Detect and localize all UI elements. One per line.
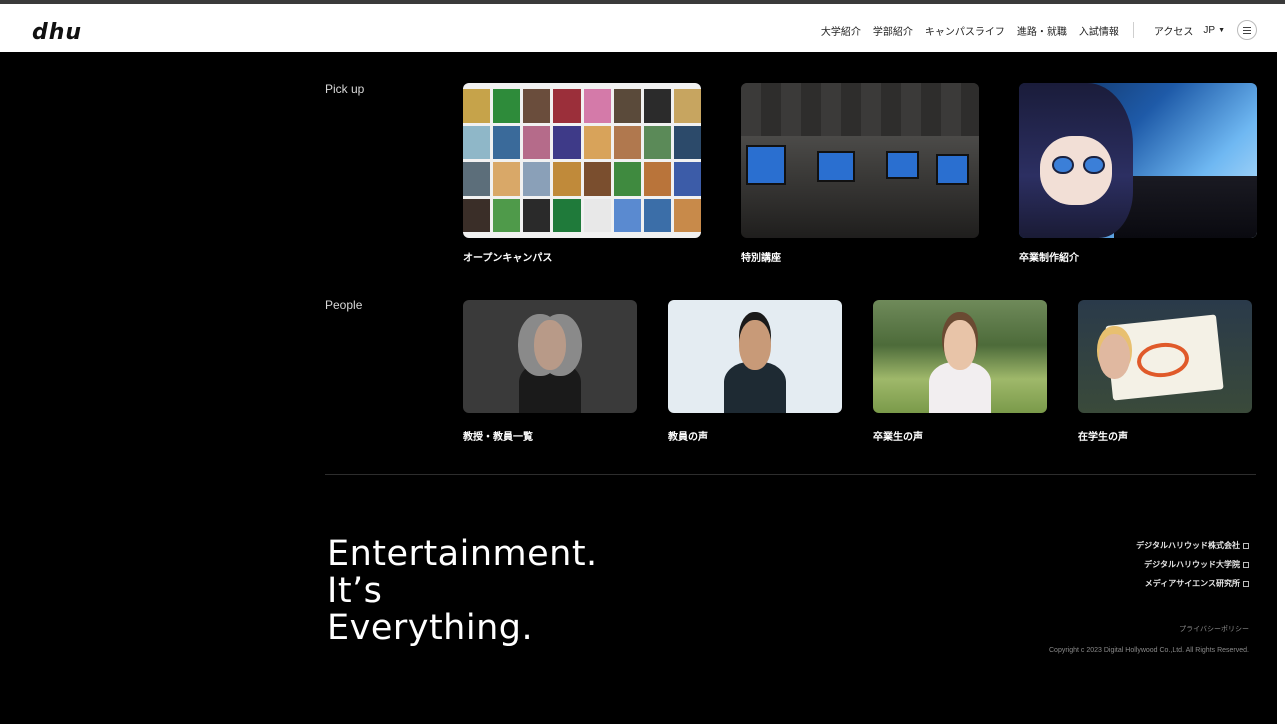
faculty-list-caption: 教授・教員一覧 [463,432,533,443]
language-selector[interactable]: JP ▼ [1203,25,1225,36]
pickup-card-open-campus[interactable]: オープンキャンパス [463,83,701,264]
nav-about[interactable]: 大学紹介 [821,23,861,38]
open-campus-image [463,83,701,238]
menu-button[interactable] [1237,20,1257,40]
tagline-line-2: It’s [327,571,383,611]
faculty-list-image [463,300,637,413]
nav-divider [1132,22,1134,38]
section-divider [325,474,1256,475]
nav-faculty[interactable]: 学部紹介 [873,23,913,38]
global-nav: 大学紹介 学部紹介 キャンパスライフ 進路・就職 入試情報 アクセス JP ▼ [809,20,1257,40]
student-voices-image [1078,300,1252,413]
tagline-line-3: Everything. [327,608,534,648]
external-link-icon [1243,580,1249,587]
external-link-icon [1243,542,1249,549]
scrollbar-track [1277,52,1285,724]
alumni-voices-caption: 卒業生の声 [873,432,923,443]
alumni-voices-image [873,300,1047,413]
student-voices-caption: 在学生の声 [1078,432,1128,443]
people-card-faculty-voices[interactable]: 教員の声 [668,300,842,443]
main-content: Pick up オープンキャンパス 特別講座 卒業制作紹介 People 教授・… [0,52,1285,724]
people-card-faculty-list[interactable]: 教授・教員一覧 [463,300,637,443]
nav-admission[interactable]: 入試情報 [1079,23,1119,38]
people-heading: People [325,298,363,312]
pickup-heading: Pick up [325,82,365,96]
copyright-text: Copyright c 2023 Digital Hollywood Co.,L… [1049,647,1249,654]
footer-link-graduate-school[interactable]: デジタルハリウッド大学院 [1136,559,1249,570]
privacy-policy-link[interactable]: プライバシーポリシー [1179,624,1249,634]
special-lecture-caption: 特別講座 [741,253,781,264]
nav-career[interactable]: 進路・就職 [1017,23,1067,38]
faculty-voices-image [668,300,842,413]
footer-links: デジタルハリウッド株式会社 デジタルハリウッド大学院 メディアサイエンス研究所 [1136,540,1249,597]
graduation-works-image [1019,83,1257,238]
faculty-voices-caption: 教員の声 [668,432,708,443]
graduation-works-caption: 卒業制作紹介 [1019,253,1079,264]
people-card-alumni-voices[interactable]: 卒業生の声 [873,300,1047,443]
pickup-card-graduation-works[interactable]: 卒業制作紹介 [1019,83,1257,264]
menu-icon [1243,26,1251,28]
chevron-down-icon: ▼ [1218,26,1225,34]
nav-access[interactable]: アクセス [1154,23,1194,38]
open-campus-caption: オープンキャンパス [463,253,553,264]
tagline: Entertainment. It’s Everything. [327,536,598,647]
people-card-student-voices[interactable]: 在学生の声 [1078,300,1252,443]
tagline-line-1: Entertainment. [327,534,598,574]
nav-campus-life[interactable]: キャンパスライフ [925,23,1005,38]
pickup-card-special-lecture[interactable]: 特別講座 [741,83,979,264]
language-label: JP [1203,24,1216,36]
footer-link-company[interactable]: デジタルハリウッド株式会社 [1136,540,1249,551]
site-header: dhu 大学紹介 学部紹介 キャンパスライフ 進路・就職 入試情報 アクセス J… [0,0,1285,52]
external-link-icon [1243,561,1249,568]
special-lecture-image [741,83,979,238]
dhu-logo[interactable]: dhu [32,20,82,45]
footer-link-media-science[interactable]: メディアサイエンス研究所 [1136,578,1249,589]
